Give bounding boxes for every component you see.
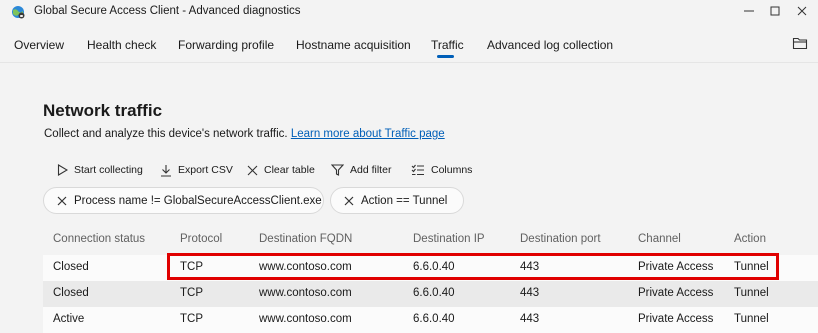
table-row[interactable]: Closed TCP www.contoso.com 6.6.0.40 443 … <box>43 281 818 307</box>
tab-divider <box>0 62 818 63</box>
folder-icon <box>792 37 808 50</box>
export-csv-label: Export CSV <box>178 164 233 176</box>
column-header-destination-ip[interactable]: Destination IP <box>413 233 485 245</box>
start-collecting-label: Start collecting <box>74 164 143 176</box>
tab-hostname-acquisition[interactable]: Hostname acquisition <box>296 38 411 52</box>
tab-bar: Overview Health check Forwarding profile… <box>0 30 818 62</box>
table-row[interactable]: Active TCP www.contoso.com 6.6.0.40 443 … <box>43 307 818 333</box>
cell-destination-fqdn: www.contoso.com <box>259 313 352 325</box>
close-icon <box>797 6 807 16</box>
clear-table-label: Clear table <box>264 164 315 176</box>
selected-tab-indicator <box>437 55 454 58</box>
remove-filter-icon[interactable] <box>344 196 354 206</box>
download-icon <box>161 164 171 177</box>
tab-overview[interactable]: Overview <box>14 38 64 52</box>
remove-filter-icon[interactable] <box>57 196 67 206</box>
column-header-action[interactable]: Action <box>734 233 766 245</box>
cell-destination-ip: 6.6.0.40 <box>413 287 455 299</box>
clear-table-button[interactable]: Clear table <box>247 160 315 180</box>
add-filter-label: Add filter <box>350 164 392 176</box>
open-folder-button[interactable] <box>790 34 810 52</box>
columns-button[interactable]: Columns <box>411 160 472 180</box>
globe-app-icon <box>12 6 25 19</box>
column-header-connection-status[interactable]: Connection status <box>53 233 145 245</box>
close-button[interactable] <box>790 2 814 20</box>
play-icon <box>57 164 68 176</box>
filter-chip-action[interactable]: Action == Tunnel <box>330 187 464 214</box>
columns-icon <box>411 164 424 176</box>
tab-health-check[interactable]: Health check <box>87 38 156 52</box>
cell-destination-ip: 6.6.0.40 <box>413 313 455 325</box>
minimize-icon <box>744 10 754 12</box>
page-description: Collect and analyze this device's networ… <box>44 128 445 140</box>
learn-more-link[interactable]: Learn more about Traffic page <box>291 128 445 140</box>
cell-channel: Private Access <box>638 313 714 325</box>
tab-forwarding-profile[interactable]: Forwarding profile <box>178 38 274 52</box>
cell-channel: Private Access <box>638 287 714 299</box>
title-bar: Global Secure Access Client - Advanced d… <box>0 0 818 24</box>
cell-connection-status: Active <box>53 313 85 325</box>
cell-protocol: TCP <box>180 313 203 325</box>
cell-action: Tunnel <box>734 313 769 325</box>
filter-chip-label: Process name != GlobalSecureAccessClient… <box>74 194 322 207</box>
add-filter-button[interactable]: Add filter <box>331 160 391 180</box>
cell-destination-fqdn: www.contoso.com <box>259 287 352 299</box>
cell-action: Tunnel <box>734 287 769 299</box>
start-collecting-button[interactable]: Start collecting <box>57 160 143 180</box>
cell-destination-port: 443 <box>520 287 540 299</box>
columns-label: Columns <box>431 164 473 176</box>
column-header-channel[interactable]: Channel <box>638 233 681 245</box>
clear-icon <box>247 165 258 175</box>
page-title: Network traffic <box>43 101 163 120</box>
filter-chip-process-name[interactable]: Process name != GlobalSecureAccessClient… <box>43 187 324 214</box>
cell-connection-status: Closed <box>53 287 89 299</box>
filter-chip-label: Action == Tunnel <box>361 194 448 207</box>
tab-traffic[interactable]: Traffic <box>431 38 464 52</box>
cell-protocol: TCP <box>180 287 203 299</box>
cell-destination-port: 443 <box>520 313 540 325</box>
export-csv-button[interactable]: Export CSV <box>160 160 233 180</box>
highlight-box <box>167 253 779 280</box>
cell-connection-status: Closed <box>53 261 89 273</box>
filter-icon <box>331 164 344 176</box>
tab-advanced-log-collection[interactable]: Advanced log collection <box>487 38 613 52</box>
maximize-icon <box>770 6 780 16</box>
column-header-protocol[interactable]: Protocol <box>180 233 222 245</box>
description-text: Collect and analyze this device's networ… <box>44 128 288 140</box>
column-header-destination-fqdn[interactable]: Destination FQDN <box>259 233 352 245</box>
column-header-destination-port[interactable]: Destination port <box>520 233 601 245</box>
minimize-button[interactable] <box>737 2 761 20</box>
window-title: Global Secure Access Client - Advanced d… <box>34 5 301 17</box>
maximize-button[interactable] <box>763 2 787 20</box>
